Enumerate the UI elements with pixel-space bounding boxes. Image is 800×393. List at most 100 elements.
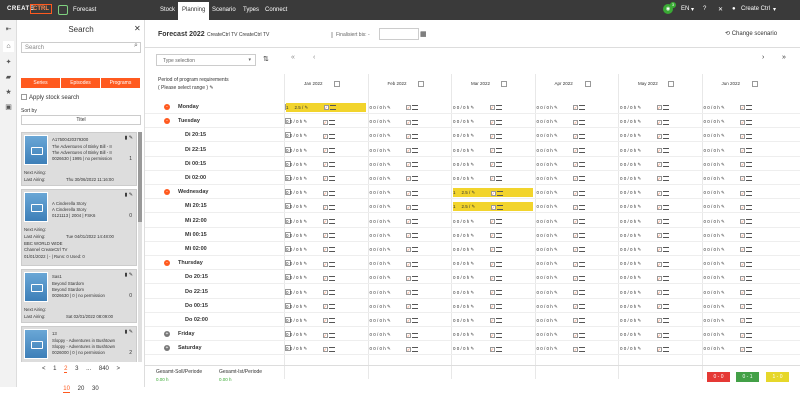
nav-stock[interactable]: Stock (160, 7, 175, 13)
forecast-cell[interactable]: 0 0 / 0 h ✎ ✓ (704, 288, 784, 297)
forecast-cell[interactable]: 0 0 / 0 h ✎ ✓ (537, 188, 617, 197)
list-icon[interactable] (579, 332, 586, 338)
list-icon[interactable] (412, 218, 419, 224)
list-icon[interactable] (495, 133, 502, 139)
check-icon[interactable]: ✓ (740, 289, 746, 295)
star-icon[interactable]: ★ (3, 87, 14, 98)
edit-icon[interactable]: ✎ (553, 133, 559, 138)
expand-icon[interactable]: - (164, 189, 170, 196)
forecast-cell[interactable]: 0 0 / 0 h ✎ ✓ (537, 103, 617, 112)
forecast-cell[interactable]: 0 0 / 0 h ✎ ✓ (453, 231, 533, 240)
collapse-icon[interactable]: ⇤ (3, 24, 14, 35)
check-icon[interactable]: ✓ (656, 275, 662, 281)
forecast-cell[interactable]: 0 0 / 0 h ✎ ✓ (704, 245, 784, 254)
forecast-cell[interactable]: 0 0 / 0 h ✎ ✓ (286, 273, 366, 282)
list-icon[interactable] (579, 162, 586, 168)
edit-icon[interactable]: ✎ (302, 304, 308, 309)
month-checkbox[interactable] (751, 81, 758, 87)
month-checkbox[interactable] (334, 81, 340, 87)
forecast-cell[interactable]: 0 0 / 0 h ✎ ✓ (286, 259, 366, 268)
edit-icon[interactable]: ✎ (386, 148, 392, 153)
check-icon[interactable]: ✓ (322, 162, 328, 168)
check-icon[interactable]: ✓ (322, 233, 328, 239)
edit-icon[interactable]: ✎ (720, 176, 726, 181)
edit-icon[interactable]: ✎ (636, 247, 642, 252)
edit-icon[interactable]: ✎ (553, 148, 559, 153)
list-icon[interactable] (495, 275, 502, 281)
forecast-cell[interactable]: 0 0 / 0 h ✎ ✓ (704, 273, 784, 282)
edit-icon[interactable]: ✎ (469, 105, 475, 110)
edit-icon[interactable]: ✎ (720, 133, 726, 138)
list-icon[interactable] (412, 204, 419, 210)
list-icon[interactable] (328, 233, 335, 239)
check-icon[interactable]: ✓ (656, 346, 662, 352)
list-icon[interactable] (579, 346, 586, 352)
check-icon[interactable]: ✓ (656, 218, 662, 224)
list-icon[interactable] (495, 247, 502, 253)
list-icon[interactable] (662, 346, 669, 352)
forecast-cell[interactable]: 0 0 / 0 h ✎ ✓ (370, 188, 450, 197)
list-icon[interactable] (495, 119, 502, 125)
sync-icon[interactable]: ⇅ (263, 55, 269, 63)
forecast-cell[interactable]: 0 0 / 0 h ✎ ✓ (286, 344, 366, 353)
list-icon[interactable] (579, 233, 586, 239)
forecast-cell[interactable]: 0 0 / 0 h ✎ ✓ (370, 302, 450, 311)
check-icon[interactable]: ✓ (322, 275, 328, 281)
check-icon[interactable]: ✓ (656, 318, 662, 324)
check-icon[interactable]: ✓ (573, 289, 579, 295)
list-icon[interactable] (746, 218, 753, 224)
edit-icon[interactable]: ✎ (386, 162, 392, 167)
list-icon[interactable] (746, 304, 753, 310)
edit-icon[interactable]: ✎ (720, 290, 726, 295)
edit-icon[interactable]: ✎ (302, 148, 308, 153)
check-icon[interactable]: ✓ (740, 304, 746, 310)
list-icon[interactable] (746, 275, 753, 281)
edit-icon[interactable]: ✎ (209, 85, 213, 91)
check-icon[interactable]: ✓ (656, 204, 662, 210)
check-icon[interactable]: ✓ (740, 105, 746, 111)
forecast-cell[interactable]: 0 0 / 0 h ✎ ✓ (537, 316, 617, 325)
green-filter-button[interactable]: 0 - 1 (736, 372, 759, 382)
forecast-cell[interactable]: 0 0 / 0 h ✎ ✓ (370, 273, 450, 282)
check-icon[interactable]: ✓ (656, 105, 662, 111)
check-icon[interactable]: ✓ (322, 147, 328, 153)
month-checkbox[interactable] (668, 81, 674, 87)
forecast-cell[interactable]: 0 0 / 0 h ✎ ✓ (286, 288, 366, 297)
forecast-cell[interactable]: 0 0 / 0 h ✎ ✓ (537, 245, 617, 254)
forecast-cell[interactable]: 0 0 / 0 h ✎ ✓ (370, 131, 450, 140)
forecast-cell[interactable]: 0 0 / 0 h ✎ ✓ (453, 259, 533, 268)
card-actions-icon[interactable]: ▮ ✎ (125, 135, 133, 141)
list-icon[interactable] (579, 190, 586, 196)
edit-icon[interactable]: ✎ (469, 219, 475, 224)
list-icon[interactable] (579, 133, 586, 139)
check-icon[interactable]: ✓ (740, 147, 746, 153)
list-icon[interactable] (412, 162, 419, 168)
edit-icon[interactable]: ✎ (302, 261, 308, 266)
check-icon[interactable]: ✓ (573, 233, 579, 239)
forecast-cell[interactable]: 0 0 / 0 h ✎ ✓ (286, 302, 366, 311)
edit-icon[interactable]: ✎ (386, 133, 392, 138)
pin-icon[interactable]: ✦ (3, 57, 14, 68)
check-icon[interactable]: ✓ (406, 247, 412, 253)
edit-icon[interactable]: ✎ (720, 346, 726, 351)
edit-icon[interactable]: ✎ (636, 148, 642, 153)
check-icon[interactable]: ✓ (740, 119, 746, 125)
edit-icon[interactable]: ✎ (386, 247, 392, 252)
help-icon[interactable]: ? (703, 6, 706, 12)
forecast-cell[interactable]: 0 0 / 0 h ✎ ✓ (620, 316, 700, 325)
list-icon[interactable] (495, 176, 502, 182)
forecast-cell[interactable]: 0 0 / 0 h ✎ ✓ (370, 202, 450, 211)
check-icon[interactable]: ✓ (740, 261, 746, 267)
check-icon[interactable]: ✓ (322, 190, 328, 196)
forecast-cell[interactable]: 0 0 / 0 h ✎ ✓ (620, 259, 700, 268)
edit-icon[interactable]: ✎ (302, 162, 308, 167)
page-1[interactable]: 1 (53, 366, 56, 372)
forecast-cell[interactable]: 0 0 / 0 h ✎ ✓ (370, 174, 450, 183)
month-checkbox[interactable] (584, 81, 591, 87)
check-icon[interactable]: ✓ (656, 133, 662, 139)
list-icon[interactable] (579, 318, 586, 324)
edit-icon[interactable]: ✎ (386, 204, 392, 209)
list-icon[interactable] (495, 289, 502, 295)
edit-icon[interactable]: ✎ (302, 247, 308, 252)
expand-icon[interactable]: - (164, 118, 170, 125)
